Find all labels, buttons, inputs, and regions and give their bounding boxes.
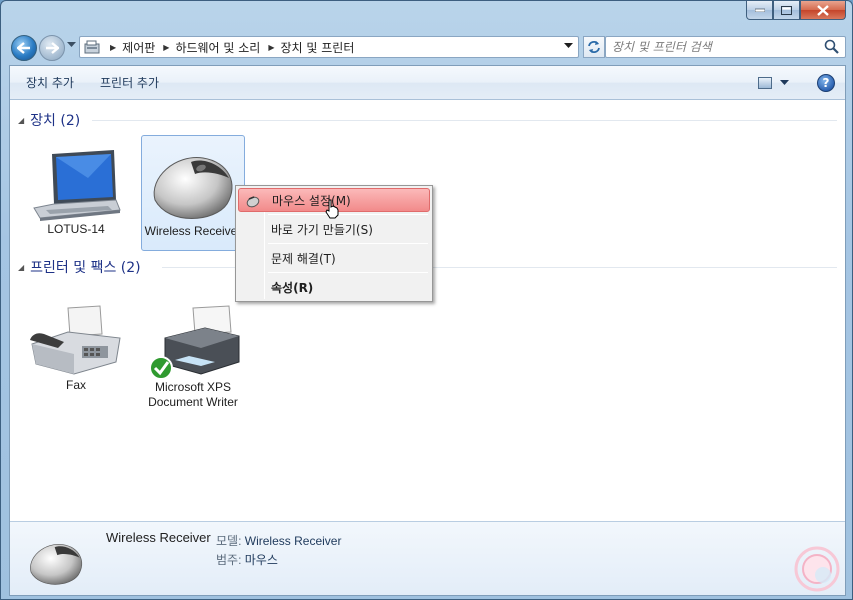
breadcrumb-separator[interactable]: ▶	[110, 43, 116, 52]
close-icon	[817, 4, 829, 16]
menu-separator	[268, 214, 428, 215]
maximize-icon	[781, 5, 792, 15]
printer-item-fax[interactable]: Fax	[24, 304, 128, 394]
device-label: LOTUS-14	[47, 222, 105, 236]
details-pane: Wireless Receiver 모델: Wireless Receiver …	[10, 521, 845, 595]
view-options-dropdown-icon[interactable]	[780, 80, 789, 86]
arrow-left-icon	[17, 42, 30, 54]
help-button[interactable]: ?	[817, 74, 835, 92]
device-item-lotus[interactable]: LOTUS-14	[24, 148, 128, 248]
menu-item-create-shortcut[interactable]: 바로 가기 만들기(S)	[238, 217, 430, 241]
breadcrumb-hardware-sound[interactable]: 하드웨어 및 소리	[175, 39, 260, 56]
add-printer-button[interactable]: 프린터 추가	[90, 70, 169, 95]
close-button[interactable]	[800, 1, 846, 20]
hand-cursor-icon	[325, 199, 339, 219]
group-divider	[92, 120, 837, 121]
printer-label-line2: Document Writer	[148, 395, 238, 409]
minimize-button[interactable]	[746, 1, 773, 20]
mouse-icon	[30, 544, 82, 585]
caption-buttons	[746, 1, 846, 20]
laptop-icon	[33, 150, 121, 221]
menu-item-label: 속성(R)	[271, 280, 314, 295]
back-button[interactable]	[11, 35, 37, 61]
printer-icon	[149, 305, 240, 380]
toolbar-right: ?	[758, 74, 835, 92]
devices-group-header[interactable]: ◢ 장치 (2)	[18, 110, 80, 130]
breadcrumb-devices-printers[interactable]: 장치 및 프린터	[281, 39, 355, 56]
address-bar[interactable]: ▶ 제어판 ▶ 하드웨어 및 소리 ▶ 장치 및 프린터	[79, 36, 579, 58]
control-panel-icon	[84, 40, 100, 54]
recent-pages-dropdown-icon[interactable]	[67, 42, 76, 48]
window-frame: ▶ 제어판 ▶ 하드웨어 및 소리 ▶ 장치 및 프린터 장치 및 프린터 검색…	[0, 0, 853, 600]
mouse-icon	[153, 157, 233, 219]
menu-item-label: 바로 가기 만들기(S)	[271, 222, 373, 237]
breadcrumb-control-panel[interactable]: 제어판	[122, 39, 155, 56]
printers-group-header[interactable]: ◢ 프린터 및 팩스 (2)	[18, 257, 141, 277]
forward-button[interactable]	[39, 35, 65, 61]
change-view-icon[interactable]	[758, 77, 772, 89]
search-box[interactable]	[605, 36, 846, 58]
details-category-value: 마우스	[244, 553, 278, 567]
printer-item-xps[interactable]: Microsoft XPS Document Writer	[141, 304, 245, 414]
search-input[interactable]	[612, 38, 823, 56]
arrow-right-icon	[46, 42, 59, 54]
refresh-button[interactable]	[583, 36, 605, 58]
details-model-value: Wireless Receiver	[244, 534, 342, 548]
device-item-wireless-receiver[interactable]: Wireless Receiver	[141, 135, 245, 251]
menu-item-properties[interactable]: 속성(R)	[238, 275, 430, 299]
minimize-icon	[754, 8, 765, 12]
command-bar: 장치 추가 프린터 추가 ?	[10, 66, 845, 100]
address-dropdown-icon[interactable]	[564, 43, 573, 49]
details-category-key: 범주:	[216, 553, 242, 567]
printers-group-label: 프린터 및 팩스 (2)	[30, 260, 141, 276]
breadcrumb-separator[interactable]: ▶	[163, 43, 169, 52]
device-label: Wireless Receiver	[144, 224, 242, 238]
details-model-key: 모델:	[216, 534, 242, 548]
menu-separator	[268, 243, 428, 244]
content-area: 장치 추가 프린터 추가 ? ◢ 장치 (2) LOTUS-14 Wireles…	[9, 65, 846, 596]
maximize-button[interactable]	[773, 1, 800, 20]
search-icon[interactable]	[823, 38, 841, 56]
devices-group-label: 장치 (2)	[30, 113, 81, 129]
mouse-settings-icon	[246, 196, 260, 208]
menu-item-troubleshoot[interactable]: 문제 해결(T)	[238, 246, 430, 270]
add-device-button[interactable]: 장치 추가	[16, 70, 84, 95]
printer-label-line1: Microsoft XPS	[154, 380, 232, 394]
printer-label: Fax	[65, 378, 86, 392]
menu-item-label: 문제 해결(T)	[271, 251, 336, 266]
details-model-row: 모델: Wireless Receiver	[216, 532, 341, 549]
collapse-triangle-icon[interactable]: ◢	[18, 116, 24, 125]
details-device-name: Wireless Receiver	[106, 530, 211, 545]
collapse-triangle-icon[interactable]: ◢	[18, 263, 24, 272]
fax-icon	[30, 305, 121, 375]
navigation-bar: ▶ 제어판 ▶ 하드웨어 및 소리 ▶ 장치 및 프린터	[9, 33, 846, 61]
watermark-logo-icon	[794, 546, 840, 592]
refresh-icon	[588, 41, 600, 53]
breadcrumb-separator[interactable]: ▶	[268, 43, 274, 52]
menu-separator	[268, 272, 428, 273]
details-category-row: 범주: 마우스	[216, 551, 278, 568]
